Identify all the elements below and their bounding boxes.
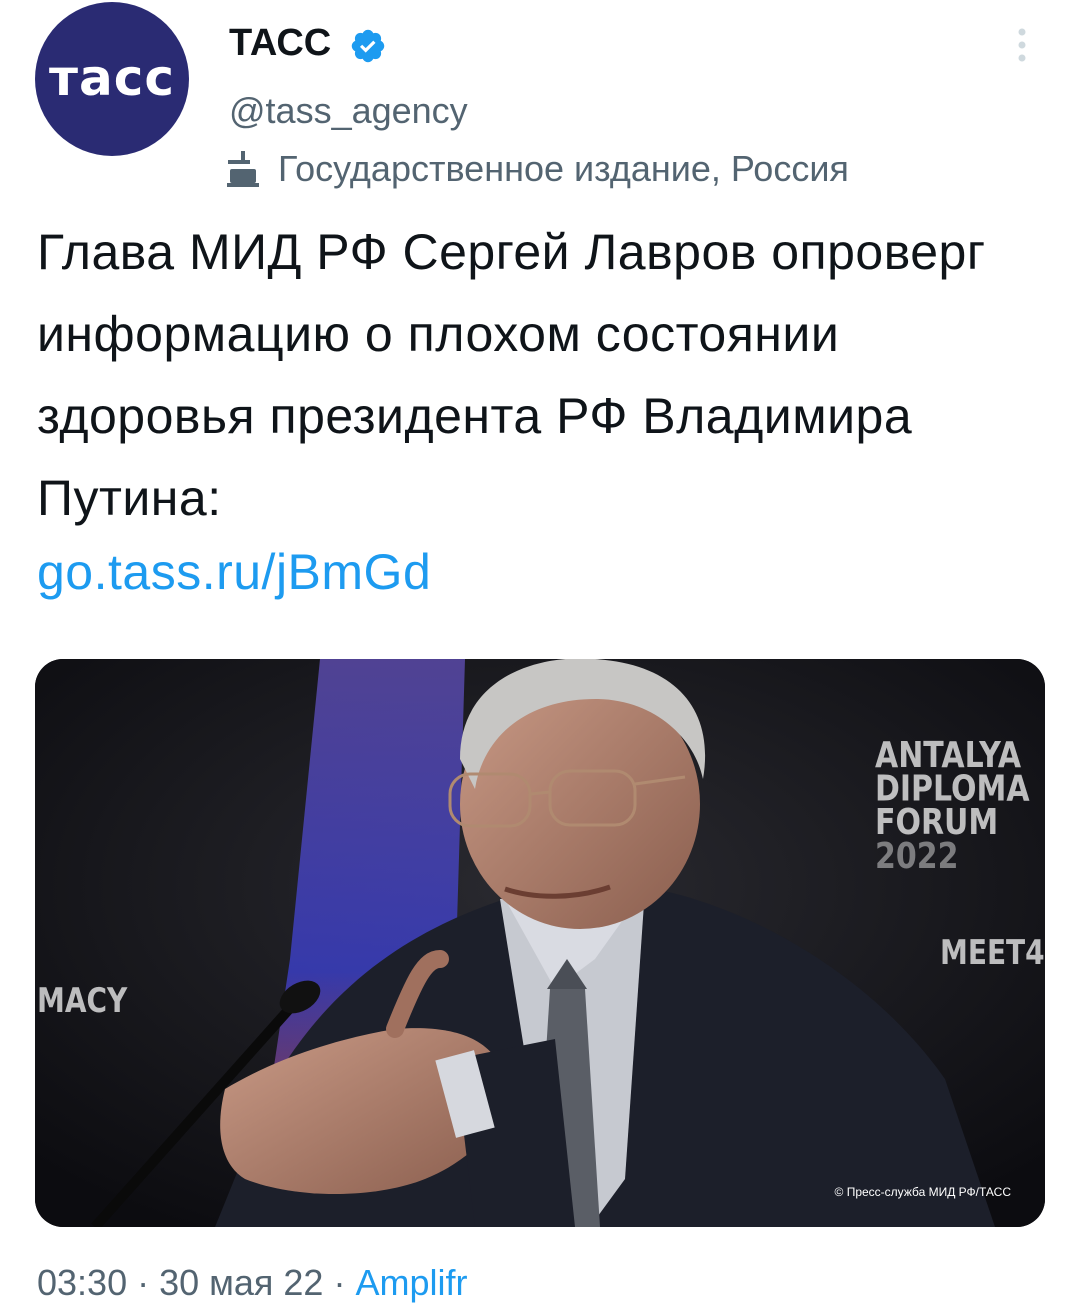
separator-dot: · (333, 1262, 346, 1303)
tweet-metadata: 03:30 · 30 мая 22 · Amplifr (37, 1262, 467, 1304)
tweet-text: Глава МИД РФ Сергей Лавров опроверг инфо… (37, 224, 986, 526)
government-label-text: Государственное издание, Россия (278, 148, 849, 189)
government-label[interactable]: Государственное издание, Россия (224, 147, 849, 191)
verified-badge-icon (351, 29, 385, 63)
tweet-time[interactable]: 03:30 (37, 1262, 127, 1303)
tweet-photo[interactable]: ANTALYA DIPLOMA FORUM 2022 MEET4 MACY © … (35, 659, 1045, 1227)
user-handle[interactable]: @tass_agency (229, 90, 468, 132)
photo-illustration: ANTALYA DIPLOMA FORUM 2022 MEET4 MACY (35, 659, 1045, 1227)
more-options-icon[interactable] (1002, 20, 1042, 70)
avatar-logo-text: тасс (49, 49, 175, 107)
display-name[interactable]: ТАСС (229, 22, 331, 65)
bg-text-meet: MEET4 (940, 933, 1045, 972)
tweet-link[interactable]: go.tass.ru/jBmGd (37, 539, 431, 605)
tweet-date[interactable]: 30 мая 22 (159, 1262, 323, 1303)
bg-text-year: 2022 (875, 834, 958, 876)
avatar[interactable]: тасс (35, 2, 189, 156)
separator-dot: · (137, 1262, 150, 1303)
government-building-icon (227, 151, 259, 187)
tweet: тасс ТАСС @tass_agency Государственное и… (0, 0, 1080, 1305)
tweet-source-link[interactable]: Amplifr (355, 1262, 467, 1303)
photo-credit: © Пресс-служба МИД РФ/ТАСС (834, 1185, 1011, 1199)
bg-text-macy: MACY (37, 981, 128, 1020)
